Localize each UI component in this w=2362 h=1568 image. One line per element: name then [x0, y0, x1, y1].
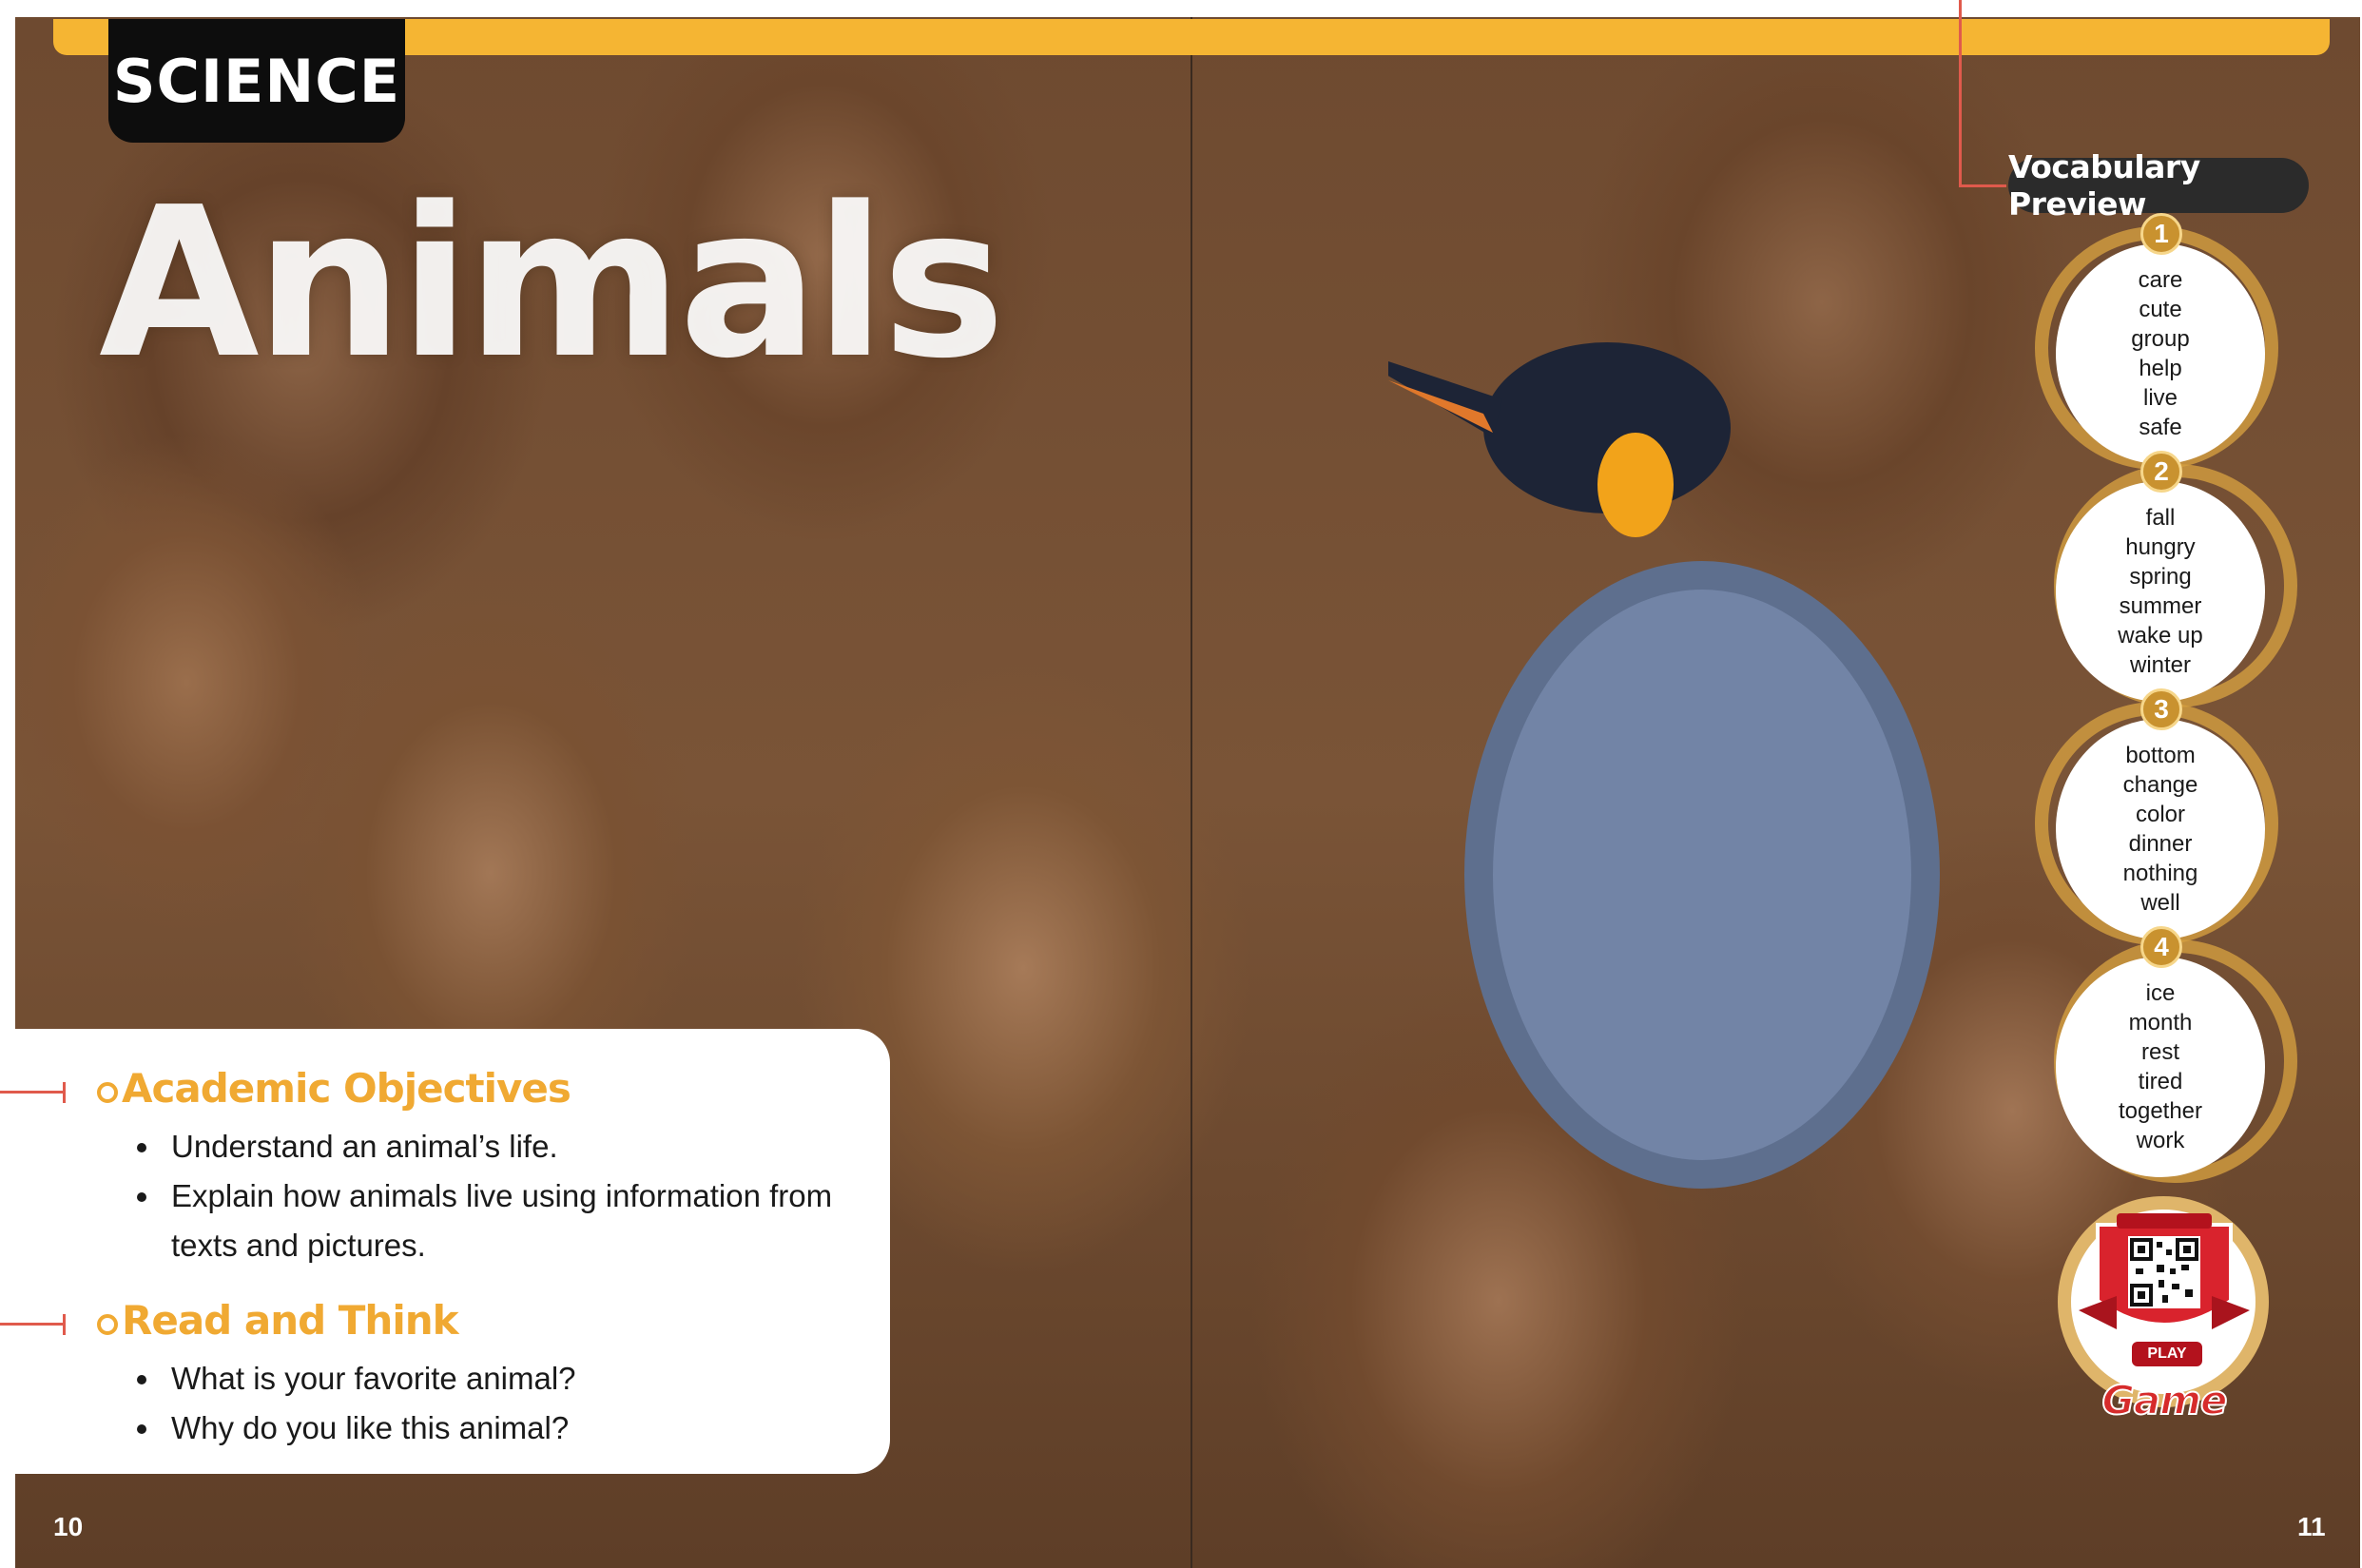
book-spine: [1191, 17, 1192, 1568]
page-number-right: 11: [2297, 1512, 2326, 1541]
vocab-word: dinner: [2128, 831, 2193, 857]
vocab-word: spring: [2129, 564, 2192, 590]
vocab-word: winter: [2129, 652, 2192, 678]
vocab-group-3: bottom change color dinner nothing well: [2056, 719, 2265, 939]
subject-tab: SCIENCE: [108, 19, 405, 143]
vocab-word: cute: [2139, 297, 2182, 322]
vocab-word: care: [2138, 267, 2183, 293]
vocab-word: month: [2128, 1010, 2193, 1036]
page-title: Animals: [99, 164, 1005, 404]
leader-tick: [63, 1314, 66, 1335]
vocab-word: live: [2142, 385, 2178, 411]
read-and-think-heading: Read and Think: [122, 1297, 459, 1344]
vocab-word: group: [2131, 326, 2190, 352]
list-item: Explain how animals live using informati…: [116, 1171, 839, 1270]
vocab-number-badge: 1: [2140, 213, 2182, 255]
vocab-number-badge: 2: [2140, 451, 2182, 493]
vocab-group-4: ice month rest tired together work: [2056, 957, 2265, 1177]
subject-label: SCIENCE: [112, 46, 401, 116]
leader-line: [0, 1091, 65, 1094]
academic-objectives-heading: Academic Objectives: [122, 1065, 571, 1112]
vocab-word: together: [2118, 1098, 2203, 1124]
vocab-word: ice: [2145, 980, 2176, 1006]
game-label: Game: [2101, 1376, 2228, 1424]
vocab-leader-line: [1959, 184, 2006, 187]
section-bullet-icon: [97, 1082, 118, 1103]
vocabulary-preview-label: Vocabulary Preview: [2008, 148, 2309, 223]
leader-line: [0, 1323, 65, 1326]
vocab-word: well: [2140, 890, 2180, 916]
read-and-think-list: What is your favorite animal? Why do you…: [116, 1354, 839, 1453]
academic-objectives-list: Understand an animal’s life. Explain how…: [116, 1122, 839, 1270]
play-button[interactable]: PLAY: [2130, 1340, 2204, 1368]
vocab-word: wake up: [2118, 623, 2203, 648]
vocab-word: summer: [2119, 593, 2202, 619]
vocab-word: bottom: [2125, 743, 2196, 768]
vocab-group-1: care cute group help live safe: [2056, 243, 2265, 464]
vocab-word: change: [2122, 772, 2198, 798]
list-item: Why do you like this animal?: [116, 1403, 839, 1453]
king-penguin-illustration: [1388, 342, 1940, 1189]
qr-code-icon[interactable]: [2128, 1236, 2200, 1308]
vocab-word: fall: [2145, 505, 2176, 531]
list-item: What is your favorite animal?: [116, 1354, 839, 1403]
vocab-word: rest: [2140, 1039, 2179, 1065]
vocab-leader-line: [1959, 0, 1962, 186]
page-number-left: 10: [53, 1512, 84, 1541]
vocab-word: color: [2135, 802, 2186, 827]
section-bullet-icon: [97, 1314, 118, 1335]
leader-tick: [63, 1082, 66, 1103]
vocab-word: nothing: [2122, 861, 2198, 886]
vocab-word: work: [2136, 1128, 2185, 1153]
vocab-word: help: [2139, 356, 2182, 381]
vocab-number-badge: 4: [2140, 926, 2182, 968]
vocab-word: safe: [2139, 415, 2182, 440]
vocab-word: hungry: [2125, 534, 2196, 560]
vocab-number-badge: 3: [2140, 688, 2182, 730]
vocab-word: tired: [2138, 1069, 2183, 1094]
list-item: Understand an animal’s life.: [116, 1122, 839, 1171]
vocab-group-2: fall hungry spring summer wake up winter: [2056, 481, 2265, 702]
